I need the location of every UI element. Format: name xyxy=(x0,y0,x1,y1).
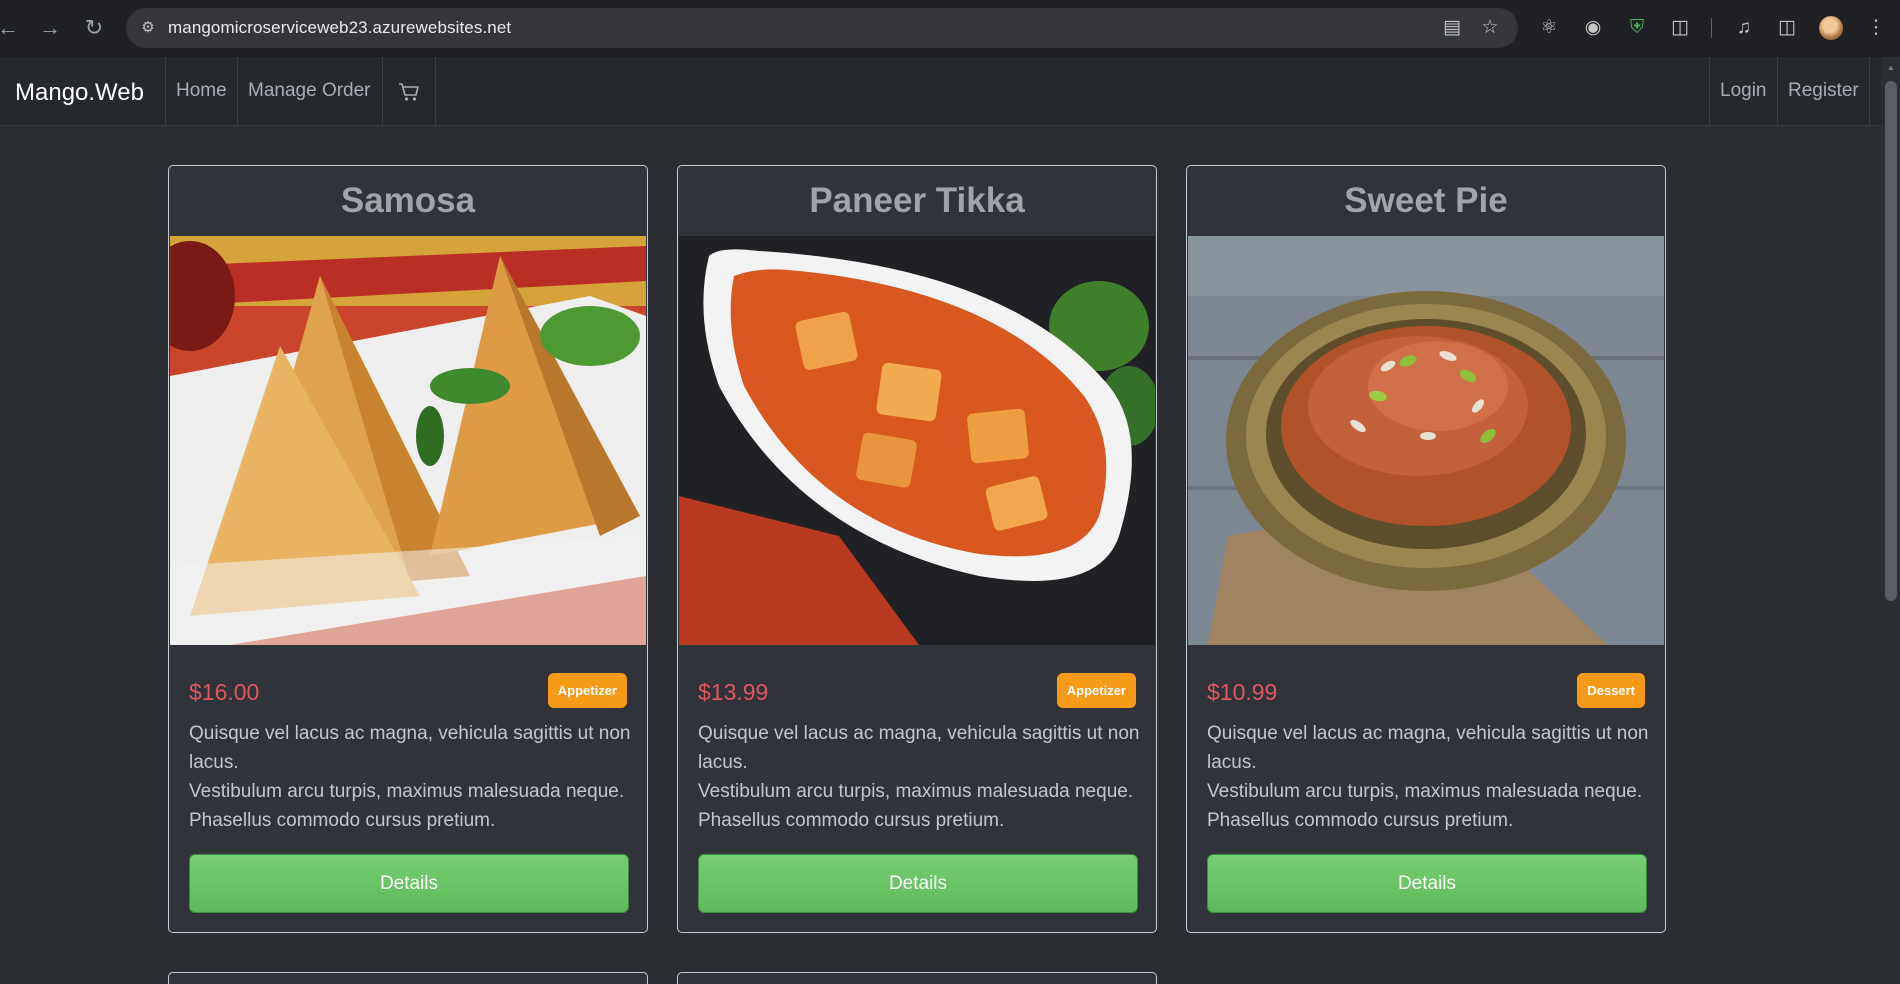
product-price: $10.99 xyxy=(1207,679,1278,705)
product-title: Paneer Tikka xyxy=(809,181,1025,220)
product-price: $13.99 xyxy=(698,679,769,705)
description-line: Phasellus commodo cursus pretium. xyxy=(189,810,496,831)
description-line: Quisque vel lacus ac magna, vehicula sag… xyxy=(1207,723,1649,773)
browser-menu-icon[interactable]: ⋮ xyxy=(1862,14,1890,42)
shield-extension-icon[interactable]: ⛨ xyxy=(1623,14,1651,42)
brand-logo[interactable]: Mango.Web xyxy=(15,79,144,107)
profile-avatar[interactable] xyxy=(1819,16,1843,40)
page-scrollbar[interactable]: ▲ xyxy=(1882,57,1900,984)
react-devtools-icon[interactable]: ⚛ xyxy=(1535,14,1563,42)
app-navbar: Mango.Web Home Manage Order Login Regist… xyxy=(0,57,1882,126)
nav-manage-order[interactable]: Manage Order xyxy=(237,57,381,125)
url-text[interactable]: mangomicroserviceweb23.azurewebsites.net xyxy=(168,18,511,38)
media-control-icon[interactable]: ♫ xyxy=(1730,14,1758,42)
category-badge: Appetizer xyxy=(547,673,627,708)
description-line: Quisque vel lacus ac magna, vehicula sag… xyxy=(189,723,631,773)
product-description: Quisque vel lacus ac magna, vehicula sag… xyxy=(698,719,1142,835)
product-card: Sweet Pie $10.99 Dessert Quisque vel lac… xyxy=(1186,165,1666,933)
extensions-puzzle-icon[interactable]: ◫ xyxy=(1666,14,1694,42)
sweet-pie-photo xyxy=(1188,236,1664,645)
samosa-photo xyxy=(170,236,646,645)
product-image xyxy=(170,236,646,645)
product-card-partial xyxy=(168,972,648,984)
browser-toolbar: ← → ↻ ⚙ mangomicroserviceweb23.azurewebs… xyxy=(0,0,1900,57)
product-card: Samosa $16.00 Appetizer Quisque vel lacu… xyxy=(168,165,648,933)
description-line: Quisque vel lacus ac magna, vehicula sag… xyxy=(698,723,1140,773)
details-button[interactable]: Details xyxy=(1207,854,1647,913)
scroll-up-icon[interactable]: ▲ xyxy=(1886,63,1896,73)
address-bar[interactable]: ⚙ mangomicroserviceweb23.azurewebsites.n… xyxy=(126,8,1518,48)
nav-login[interactable]: Login xyxy=(1709,57,1777,125)
product-image xyxy=(1188,236,1664,645)
product-title: Samosa xyxy=(340,181,476,220)
paneer-tikka-photo xyxy=(679,236,1155,645)
cart-icon[interactable] xyxy=(382,57,436,125)
details-button[interactable]: Details xyxy=(698,854,1138,913)
reload-icon[interactable]: ↻ xyxy=(76,10,112,46)
product-description: Quisque vel lacus ac magna, vehicula sag… xyxy=(1207,719,1651,835)
product-card: Paneer Tikka $13.99 Appetizer Quisque ve… xyxy=(677,165,1157,933)
category-badge: Appetizer xyxy=(1056,673,1136,708)
product-title: Sweet Pie xyxy=(1344,181,1508,220)
scrollbar-thumb[interactable] xyxy=(1885,81,1897,601)
target-extension-icon[interactable]: ◉ xyxy=(1579,14,1607,42)
description-line: Vestibulum arcu turpis, maximus malesuad… xyxy=(698,781,1134,802)
bookmark-star-icon[interactable]: ☆ xyxy=(1476,14,1504,42)
back-arrow-icon[interactable]: ← xyxy=(0,10,26,46)
product-price: $16.00 xyxy=(189,679,260,705)
card-icon[interactable]: ▤ xyxy=(1438,14,1466,42)
nav-home[interactable]: Home xyxy=(165,57,237,125)
toolbar-divider xyxy=(1711,18,1712,38)
side-panel-icon[interactable]: ◫ xyxy=(1773,14,1801,42)
description-line: Phasellus commodo cursus pretium. xyxy=(1207,810,1514,831)
description-line: Phasellus commodo cursus pretium. xyxy=(698,810,1005,831)
details-button[interactable]: Details xyxy=(189,854,629,913)
description-line: Vestibulum arcu turpis, maximus malesuad… xyxy=(189,781,625,802)
nav-register[interactable]: Register xyxy=(1777,57,1870,125)
site-info-icon[interactable]: ⚙ xyxy=(136,16,160,40)
category-badge: Dessert xyxy=(1577,673,1645,708)
product-description: Quisque vel lacus ac magna, vehicula sag… xyxy=(189,719,633,835)
description-line: Vestibulum arcu turpis, maximus malesuad… xyxy=(1207,781,1643,802)
product-image xyxy=(679,236,1155,645)
cart-icon-svg xyxy=(399,82,419,101)
product-card-partial xyxy=(677,972,1157,984)
forward-arrow-icon[interactable]: → xyxy=(32,10,68,46)
